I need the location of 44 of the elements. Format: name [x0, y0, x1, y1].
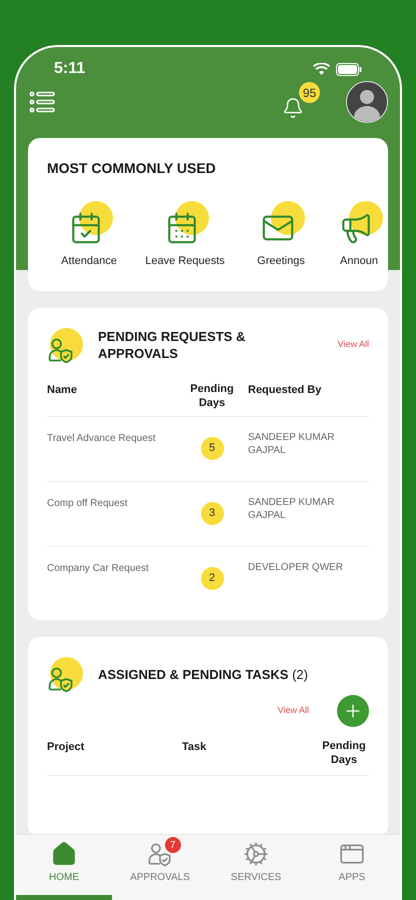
avatar[interactable] [346, 81, 388, 123]
card-title: ASSIGNED & PENDING TASKS (2) [98, 666, 308, 684]
column-header: Task [182, 740, 208, 755]
count-badge: 7 [164, 837, 181, 853]
shortcut-item[interactable]: Greetings [239, 201, 323, 270]
home-icon [51, 841, 77, 867]
wifi-icon [313, 63, 330, 75]
notification-button[interactable]: 95 [282, 84, 318, 120]
table-cell-text: Travel Advance Request [47, 432, 157, 446]
column-header: Name [47, 383, 78, 398]
approvals-icon [147, 841, 173, 867]
card-title: PENDING REQUESTS & APPROVALS [98, 328, 246, 362]
gear-icon [243, 841, 269, 867]
view-all-link[interactable]: View All [338, 338, 369, 352]
notification-badge: 95 [299, 82, 320, 103]
pending-days-badge: 5 [200, 437, 224, 460]
table-cell-text: Comp off Request [47, 497, 128, 511]
column-header: Pending Days [189, 382, 235, 410]
bell-icon [282, 96, 304, 120]
shortcut-item[interactable]: Leave Requests [143, 201, 227, 270]
pending-days-badge: 3 [200, 502, 224, 525]
add-button[interactable] [337, 695, 369, 727]
battery-icon [336, 62, 362, 76]
approval-icon [47, 328, 83, 364]
column-header: Project [47, 740, 86, 755]
view-all-link[interactable]: View All [278, 704, 309, 718]
status-time: 5:11 [54, 59, 86, 79]
column-header: Requested By [248, 383, 322, 398]
table-cell-text: Company Car Request [47, 562, 150, 576]
table-cell-text: SANDEEP KUMAR GAJPAL [248, 496, 336, 523]
tab[interactable]: APPROVALS 7 [112, 835, 208, 900]
table-cell-text: DEVELOPER QWER [248, 561, 344, 575]
pending-days-badge: 2 [200, 567, 224, 590]
shortcut-item[interactable]: Announ [335, 201, 383, 270]
card-title: MOST COMMONLY USED [47, 159, 217, 178]
column-header: Pending Days [321, 739, 367, 767]
menu-icon [29, 91, 55, 113]
approval-icon [47, 657, 83, 693]
tab[interactable]: APPS [304, 835, 400, 900]
table-cell-text: SANDEEP KUMAR GAJPAL [248, 431, 336, 458]
menu-button[interactable] [28, 90, 56, 114]
tab[interactable]: SERVICES [208, 835, 304, 900]
shortcut-item[interactable]: Attendance [47, 201, 131, 270]
tab[interactable]: HOME [16, 835, 112, 900]
